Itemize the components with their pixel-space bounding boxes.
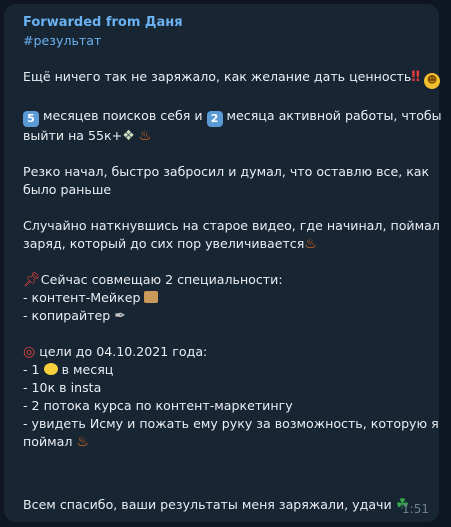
paragraph-5: 📌︎Сейчас совмещаю 2 специальности: - кон…	[23, 271, 427, 325]
target-icon: ◎	[23, 344, 36, 360]
hashtag-link[interactable]: #результат	[23, 32, 427, 50]
keycap-5-icon: 5	[23, 111, 39, 127]
paragraph-6-item-2: - 10к в insta	[23, 380, 102, 395]
pen-icon: ✒	[114, 308, 127, 324]
paragraph-6-item-3: - 2 потока курса по контент-маркетингу	[23, 398, 293, 413]
paragraph-2-text-a: месяцев поисков себя и	[43, 108, 203, 123]
paragraph-4-line-1: Случайно наткнувшись на старое видео, гд…	[23, 218, 440, 233]
closing-line-text: Всем спасибо, ваши результаты меня заряж…	[23, 497, 392, 512]
paragraph-6-item-4-line-1: - увидеть Исму и пожать ему руку за возм…	[23, 416, 439, 431]
paragraph-5-item-1: - контент-Мейкер	[23, 290, 141, 305]
paragraph-1: Ещё ничего так не заряжало, как желание …	[23, 68, 441, 89]
pushpin-icon: 📌︎	[23, 272, 41, 288]
lemon-icon	[43, 363, 58, 375]
paragraph-6-head: цели до 04.10.2021 года:	[35, 344, 208, 359]
paragraph-3-line-2: было раньше	[23, 182, 112, 197]
paragraph-6-item-1-b: в месяц	[61, 362, 114, 377]
paragraph-2: 5 месяцев поисков себя и 2 месяца активн…	[23, 107, 442, 145]
paragraph-2-text-c: выйти на 55к+	[23, 128, 123, 143]
paragraph-3: Резко начал, быстро забросил и думал, чт…	[23, 163, 430, 199]
paragraph-3-line-1: Резко начал, быстро забросил и думал, чт…	[23, 164, 430, 179]
money-wings-icon: ❖	[122, 128, 135, 144]
paragraph-6-item-1-a: - 1	[23, 362, 40, 377]
paragraph-4-line-2: заряд, который до сих пор увеличивается	[23, 236, 305, 251]
grinning-face-icon: ☻	[424, 73, 441, 89]
paragraph-5-item-2: - копирайтер	[23, 308, 111, 323]
paragraph-6: ◎ цели до 04.10.2021 года: - 1 в месяц -…	[23, 343, 439, 451]
paragraph-2-text-b: месяца активной работы, чтобы	[226, 108, 442, 123]
scroll-icon	[144, 291, 159, 303]
fire-icon: ♨	[138, 128, 152, 144]
paragraph-4: Случайно наткнувшись на старое видео, гд…	[23, 217, 440, 253]
paragraph-1-text: Ещё ничего так не заряжало, как желание …	[23, 69, 412, 84]
double-exclamation-icon: ‼	[411, 69, 421, 85]
fire-icon: ♨	[304, 236, 317, 252]
message-timestamp: 1:51	[402, 502, 429, 516]
forwarded-from-header[interactable]: Forwarded from Даня	[23, 14, 427, 32]
paragraph-6-item-4-line-2: поймал	[23, 434, 73, 449]
message-bubble: Forwarded from Даня #результат Ещё ничег…	[4, 4, 442, 522]
keycap-2-icon: 2	[206, 111, 223, 127]
closing-line: Всем спасибо, ваши результаты меня заряж…	[23, 495, 409, 514]
fire-icon: ♨	[76, 434, 89, 450]
paragraph-5-head: Сейчас совмещаю 2 специальности:	[40, 272, 283, 287]
